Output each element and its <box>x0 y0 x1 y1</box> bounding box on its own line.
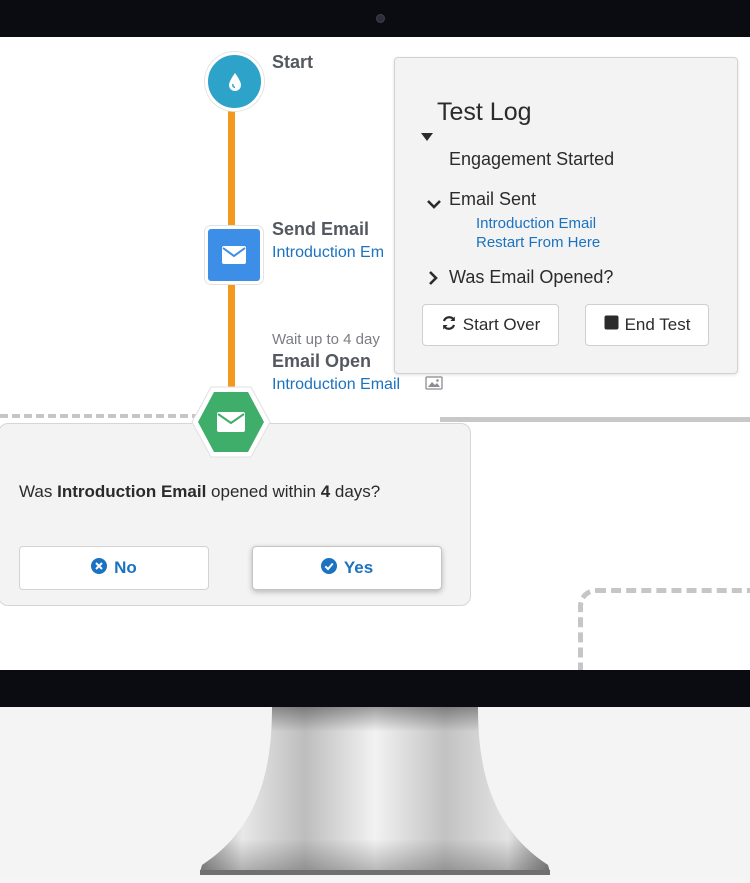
monitor-top-bezel <box>0 0 750 37</box>
stop-icon <box>604 315 619 335</box>
wait-note: Wait up to 4 day <box>272 331 380 348</box>
test-log-panel: Test Log Engagement Started Email Sent I… <box>394 57 738 374</box>
dashed-path-outline <box>578 588 750 670</box>
refresh-icon <box>441 315 457 336</box>
flow-connector <box>228 280 235 388</box>
start-over-label: Start Over <box>462 315 541 334</box>
monitor-stand <box>200 707 550 875</box>
question-email: Introduction Email <box>57 482 207 501</box>
email-open-label: Email Open <box>272 351 372 371</box>
no-button[interactable]: No <box>19 546 209 590</box>
envelope-icon <box>190 384 272 460</box>
no-label: No <box>114 558 137 577</box>
question-text: opened within <box>206 482 321 501</box>
start-node[interactable] <box>205 52 264 111</box>
monitor-bottom-bezel <box>0 670 750 707</box>
camera-icon <box>376 14 385 23</box>
send-email-link[interactable]: Introduction Em <box>272 244 384 262</box>
email-open-link[interactable]: Introduction Email <box>272 376 400 394</box>
start-label: Start <box>272 52 314 72</box>
log-link-restart-from-here[interactable]: Restart From Here <box>476 234 600 251</box>
log-item-email-sent[interactable]: Email Sent <box>449 189 536 210</box>
close-circle-icon <box>91 557 108 579</box>
droplet-icon <box>208 55 261 108</box>
start-over-button[interactable]: Start Over <box>422 304 559 346</box>
chevron-down-icon[interactable] <box>427 196 441 214</box>
email-open-node[interactable] <box>190 384 272 460</box>
log-item-was-email-opened[interactable]: Was Email Opened? <box>449 267 613 288</box>
test-log-title[interactable]: Test Log <box>437 98 532 127</box>
yes-label: Yes <box>343 558 374 577</box>
dashed-divider <box>0 414 200 418</box>
send-email-label: Send Email <box>272 219 370 239</box>
yes-button[interactable]: Yes <box>252 546 442 590</box>
caret-down-icon[interactable] <box>421 128 433 146</box>
end-test-label: End Test <box>624 315 691 334</box>
send-email-node[interactable] <box>205 226 263 284</box>
path-divider <box>440 417 750 422</box>
log-link-introduction-email[interactable]: Introduction Email <box>476 215 596 232</box>
screen: Start Send Email Introduction Em Wait up… <box>0 37 750 670</box>
question-days: 4 <box>320 482 331 501</box>
envelope-icon <box>208 229 260 281</box>
flow-connector <box>228 107 235 227</box>
end-test-button[interactable]: End Test <box>585 304 709 346</box>
decision-question: Was Introduction Email opened within 4 d… <box>19 482 380 502</box>
question-text: Was <box>19 482 58 501</box>
image-icon[interactable] <box>425 376 443 395</box>
chevron-right-icon[interactable] <box>428 271 438 290</box>
log-item-engagement-started: Engagement Started <box>449 149 615 169</box>
question-text: days? <box>330 482 381 501</box>
check-circle-icon <box>320 557 337 579</box>
monitor-stand-area <box>0 707 750 878</box>
